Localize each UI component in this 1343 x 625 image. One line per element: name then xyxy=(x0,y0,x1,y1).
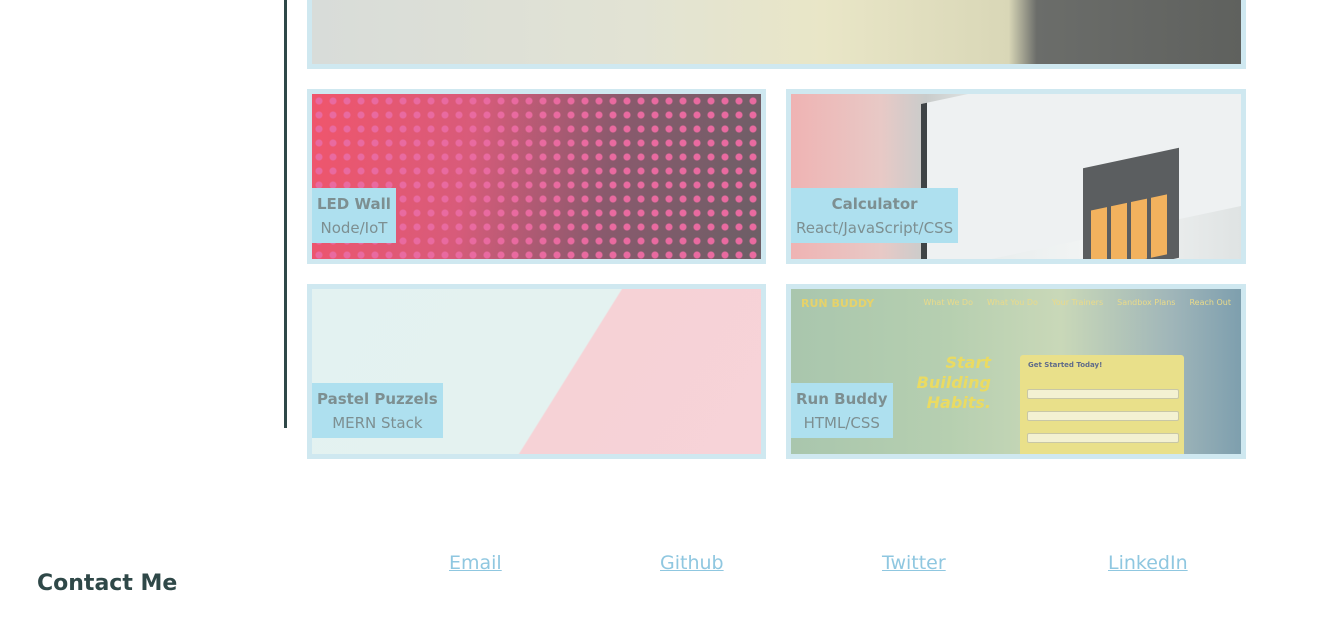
run-buddy-nav-item: What We Do xyxy=(923,298,973,307)
project-tech: Node/IoT xyxy=(320,219,388,237)
portfolio-page: LED Wall Node/IoT Calculator React/JavaS… xyxy=(0,0,1343,625)
run-buddy-nav-item: Reach Out xyxy=(1189,298,1231,307)
email-link[interactable]: Email xyxy=(449,552,502,574)
run-buddy-nav-item: What You Do xyxy=(986,298,1038,307)
run-buddy-form-title: Get Started Today! xyxy=(1028,361,1103,369)
project-caption: Pastel Puzzels MERN Stack xyxy=(312,383,443,438)
project-tech: HTML/CSS xyxy=(803,414,880,432)
contact-me-heading: Contact Me xyxy=(37,571,178,596)
run-buddy-headline: Start Building Habits. xyxy=(879,353,991,413)
run-buddy-headline-line: Start Building xyxy=(916,353,991,392)
linkedin-link[interactable]: LinkedIn xyxy=(1108,552,1188,574)
project-title: Run Buddy xyxy=(796,390,888,408)
run-buddy-form-field xyxy=(1027,433,1179,443)
project-title: Pastel Puzzels xyxy=(317,390,438,408)
project-tech: React/JavaScript/CSS xyxy=(796,219,954,237)
run-buddy-nav-item: Your Trainers xyxy=(1051,298,1104,307)
run-buddy-form-field xyxy=(1027,389,1179,399)
project-card-pastel-puzzels[interactable]: Pastel Puzzels MERN Stack xyxy=(307,284,766,459)
project-caption: LED Wall Node/IoT xyxy=(312,188,396,243)
project-card-run-buddy[interactable]: RUN BUDDY What We Do What You Do Your Tr… xyxy=(786,284,1246,459)
run-buddy-form-field xyxy=(1027,411,1179,421)
github-link[interactable]: Github xyxy=(660,552,724,574)
project-title: Calculator xyxy=(831,195,918,213)
project-card-top-banner[interactable] xyxy=(307,0,1246,69)
project-card-calculator[interactable]: Calculator React/JavaScript/CSS xyxy=(786,89,1246,264)
project-banner-image xyxy=(312,0,1241,64)
project-card-led-wall[interactable]: LED Wall Node/IoT xyxy=(307,89,766,264)
project-tech: MERN Stack xyxy=(332,414,423,432)
run-buddy-form-graphic: Get Started Today! xyxy=(1020,355,1184,454)
project-caption: Run Buddy HTML/CSS xyxy=(791,383,893,438)
run-buddy-nav: What We Do What You Do Your Trainers San… xyxy=(923,298,1231,307)
project-title: LED Wall xyxy=(317,195,391,213)
vertical-divider xyxy=(284,0,287,428)
project-caption: Calculator React/JavaScript/CSS xyxy=(791,188,959,243)
run-buddy-headline-line: Habits. xyxy=(926,393,991,412)
twitter-link[interactable]: Twitter xyxy=(882,552,946,574)
run-buddy-nav-item: Sandbox Plans xyxy=(1117,298,1176,307)
run-buddy-logo: RUN BUDDY xyxy=(801,297,875,310)
